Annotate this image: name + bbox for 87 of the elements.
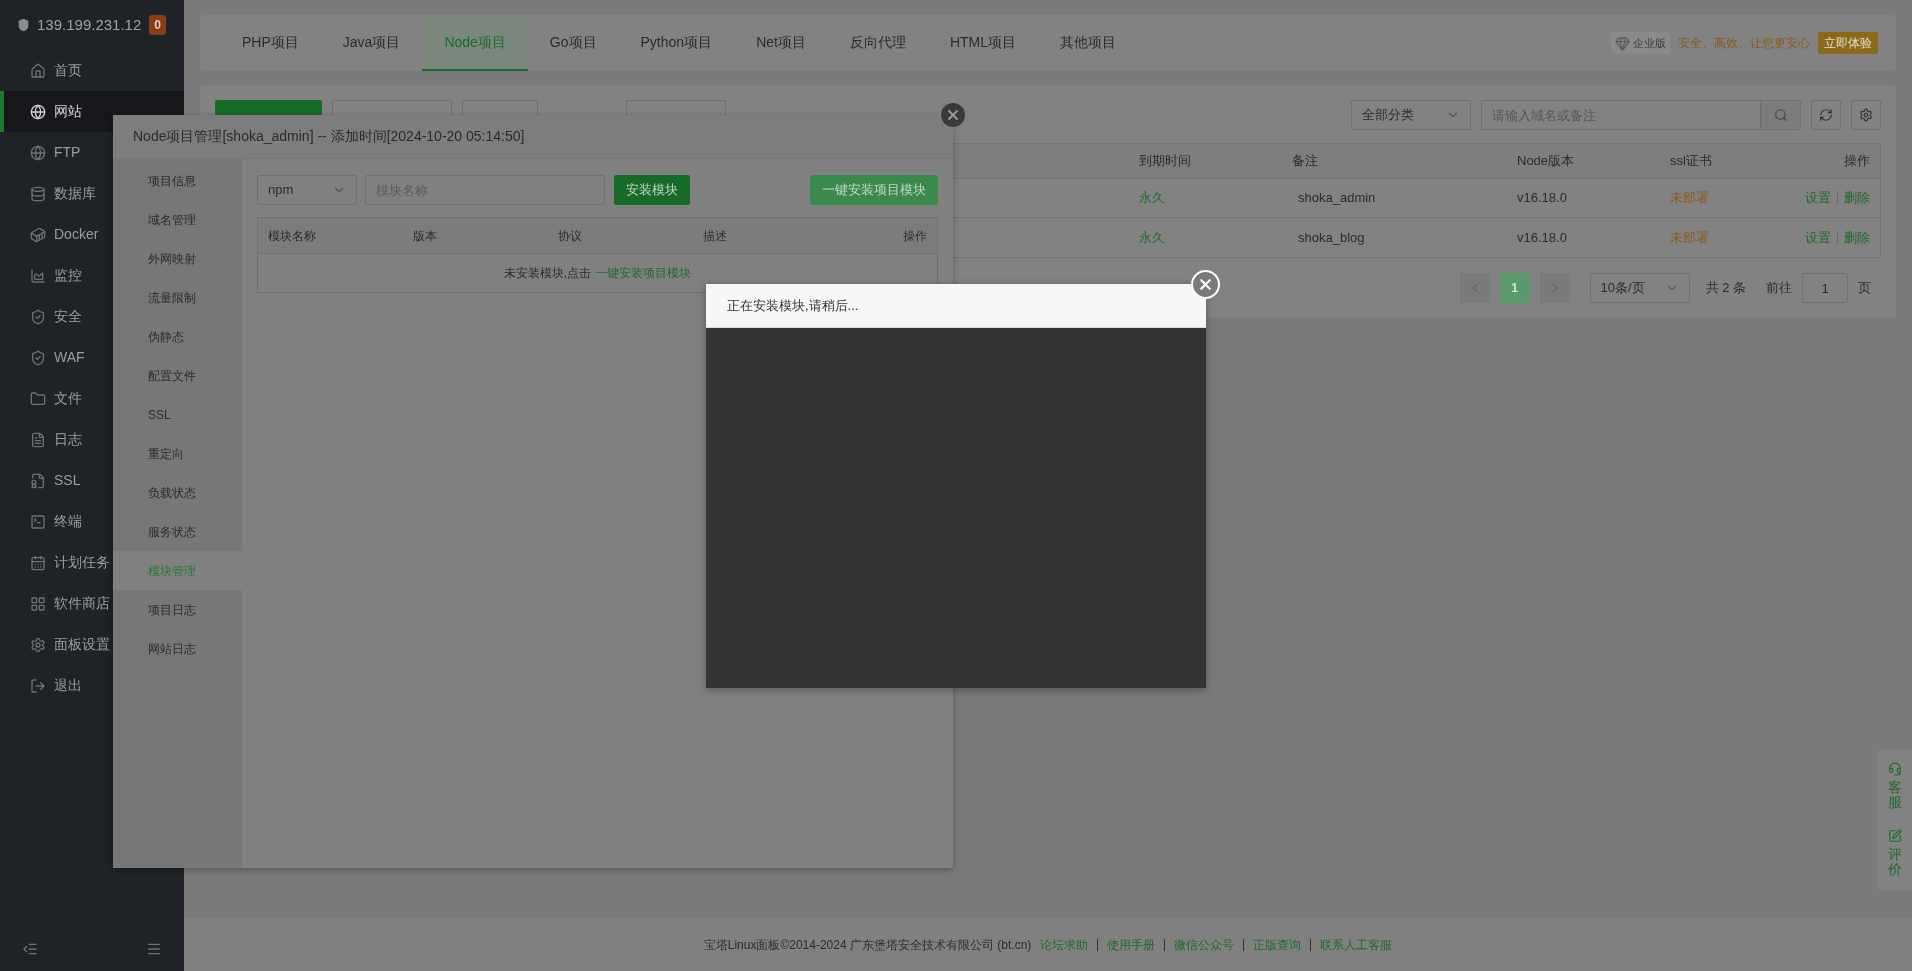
globe-icon: [30, 144, 46, 161]
table-cell: shoka_admin: [1298, 190, 1376, 206]
dialog-nav-item[interactable]: 外网映射: [113, 239, 242, 278]
database-icon: [30, 185, 46, 202]
enterprise-badge: 企业版: [1611, 32, 1670, 54]
close-icon: [945, 107, 961, 123]
table-cell: 永久: [1139, 229, 1165, 245]
diamond-icon: [1615, 35, 1630, 51]
project-tab[interactable]: Java项目: [320, 15, 423, 71]
dialog-nav-item[interactable]: 服务状态: [113, 512, 242, 551]
certificate-icon: [30, 472, 46, 489]
table-cell: v16.18.0: [1517, 190, 1567, 206]
notification-badge[interactable]: 0: [149, 15, 166, 35]
project-tab[interactable]: PHP项目: [220, 15, 321, 71]
page-button[interactable]: 1: [1499, 273, 1530, 303]
dialog-nav-item[interactable]: 配置文件: [113, 356, 242, 395]
column-header: Node版本: [1517, 152, 1576, 171]
close-icon: [1197, 276, 1214, 293]
terminal-icon: [30, 513, 46, 530]
menu-icon[interactable]: [146, 941, 162, 957]
dialog-nav-item[interactable]: SSL: [113, 395, 242, 434]
column-header: 描述: [703, 227, 728, 245]
category-select[interactable]: 全部分类: [1351, 100, 1471, 130]
project-tab[interactable]: 反向代理: [827, 15, 928, 71]
document-icon: [30, 431, 46, 448]
table-cell: shoka_blog: [1298, 229, 1365, 245]
column-header: 备注: [1292, 152, 1319, 171]
edit-icon: [1887, 828, 1902, 843]
sidebar-item[interactable]: 退出: [0, 665, 184, 706]
table-cell: 未部署: [1670, 229, 1709, 245]
headset-icon: [1887, 762, 1902, 776]
copyright-text: 宝塔Linux面板©2014-2024 广东堡塔安全技术有限公司 (bt.cn): [703, 936, 1032, 954]
column-header: 模块名称: [268, 227, 317, 245]
search-button[interactable]: [1761, 100, 1801, 130]
search-icon: [1773, 108, 1788, 122]
goto-page-field[interactable]: 1: [1802, 273, 1848, 303]
project-tab[interactable]: Net项目: [734, 15, 828, 71]
collapse-icon[interactable]: [22, 941, 38, 957]
table-cell: 未部署: [1670, 190, 1709, 206]
dialog-nav-item[interactable]: 伪静态: [113, 317, 242, 356]
try-now-button[interactable]: 立即体验: [1818, 32, 1878, 54]
promo-slogan: 安全、高效、让您更安心: [1678, 35, 1810, 52]
calendar-icon: [30, 554, 46, 571]
home-icon: [30, 62, 46, 79]
dialog-nav-item[interactable]: 项目日志: [113, 590, 242, 629]
refresh-icon: [1819, 108, 1833, 122]
chart-icon: [30, 267, 46, 284]
folder-icon: [30, 390, 46, 407]
page-unit: 页: [1858, 279, 1871, 298]
install-module-button[interactable]: 安装模块: [614, 175, 690, 205]
project-tab[interactable]: HTML项目: [927, 15, 1039, 71]
dialog-nav-item[interactable]: 重定向: [113, 434, 242, 473]
table-cell: v16.18.0: [1517, 229, 1567, 245]
settings-button[interactable]: [1851, 100, 1881, 130]
goto-label: 前往: [1766, 279, 1792, 298]
install-all-button[interactable]: 一键安装项目模块: [810, 175, 938, 205]
total-count: 共 2 条: [1705, 279, 1746, 298]
column-header: 协议: [558, 227, 583, 245]
shield-icon: [30, 349, 46, 366]
empty-message: 未安装模块,点击: [503, 265, 592, 282]
globe-icon: [30, 103, 46, 120]
table-cell: 永久: [1139, 190, 1165, 206]
dialog-nav-item[interactable]: 流量限制: [113, 278, 242, 317]
dialog-nav-item[interactable]: 网站日志: [113, 629, 242, 668]
refresh-button[interactable]: [1811, 100, 1841, 130]
column-header: 操作: [902, 227, 927, 245]
project-tab[interactable]: Go项目: [527, 15, 619, 71]
column-header: 版本: [413, 227, 438, 245]
column-header: 到期时间: [1139, 152, 1192, 171]
project-tab[interactable]: 其他项目: [1038, 15, 1139, 71]
settings-icon: [30, 636, 46, 653]
progress-title: 正在安装模块,请稍后...: [727, 296, 859, 315]
server-address: 139.199.231.12: [37, 14, 142, 35]
column-header: 操作: [1843, 152, 1871, 171]
logout-icon: [30, 677, 46, 694]
page-size-select[interactable]: 10条/页: [1589, 273, 1690, 303]
sidebar-item[interactable]: 首页: [0, 50, 184, 91]
column-header: ssl证书: [1670, 152, 1713, 171]
dialog-nav-item[interactable]: 负载状态: [113, 473, 242, 512]
grid-icon: [30, 595, 46, 612]
settings-icon: [1859, 108, 1873, 122]
package-manager-select[interactable]: npm: [257, 175, 357, 205]
shield-icon: [30, 308, 46, 325]
dialog-nav-item[interactable]: 项目信息: [113, 161, 242, 200]
container-icon: [30, 226, 46, 243]
project-tab[interactable]: Python项目: [618, 15, 735, 71]
dialog-nav-item[interactable]: 域名管理: [113, 200, 242, 239]
